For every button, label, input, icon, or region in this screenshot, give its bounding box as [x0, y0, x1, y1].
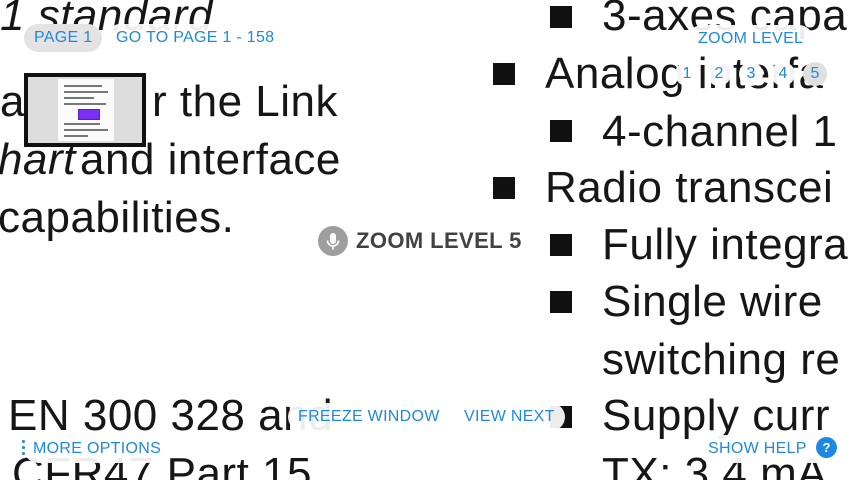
- doc-text-line: Fully integra: [602, 220, 849, 269]
- viewport-marker[interactable]: [78, 109, 100, 120]
- bullet-marker: [550, 6, 572, 28]
- bullet-marker: [493, 177, 515, 199]
- doc-text-line: r the Link: [152, 77, 338, 126]
- bullet-marker: [550, 234, 572, 256]
- thumbnail-text-line: [64, 135, 88, 137]
- doc-text-line: capabilities.: [0, 193, 235, 242]
- page-thumbnail[interactable]: [24, 73, 146, 147]
- doc-text-line: Single wire: [602, 277, 823, 326]
- zoom-level-5-button[interactable]: 5: [803, 62, 827, 86]
- zoom-level-2-button[interactable]: 2: [707, 62, 731, 86]
- view-next-button[interactable]: VIEW NEXT: [454, 403, 565, 431]
- page-indicator[interactable]: PAGE 1: [24, 24, 103, 52]
- thumbnail-text-line: [64, 97, 94, 99]
- zoom-level-3-button[interactable]: 3: [739, 62, 763, 86]
- doc-text-line: 4-channel 1: [602, 107, 838, 156]
- bullet-marker: [493, 63, 515, 85]
- doc-text-line: Radio transcei: [545, 163, 834, 212]
- thumbnail-text-line: [64, 129, 108, 131]
- doc-text-line: EN 300 328 and: [8, 391, 334, 440]
- freeze-window-button[interactable]: FREEZE WINDOW: [288, 403, 450, 431]
- go-to-page-button[interactable]: GO TO PAGE 1 - 158: [106, 24, 285, 52]
- microphone-icon[interactable]: [318, 226, 348, 256]
- zoom-level-4-button[interactable]: 4: [771, 62, 795, 86]
- zoom-level-label: ZOOM LEVEL: [688, 25, 814, 53]
- more-vert-icon: [22, 440, 26, 456]
- zoom-status-text: ZOOM LEVEL 5: [356, 228, 522, 253]
- zoom-level-1-button[interactable]: 1: [675, 62, 699, 86]
- thumbnail-text-line: [64, 91, 108, 93]
- bullet-marker: [550, 120, 572, 142]
- thumbnail-text-line: [64, 103, 106, 105]
- bullet-marker: [550, 291, 572, 313]
- help-icon[interactable]: ?: [816, 437, 837, 458]
- zoom-status-overlay: ZOOM LEVEL 5: [318, 226, 522, 256]
- thumbnail-background: [28, 77, 142, 143]
- thumbnail-text-line: [64, 85, 102, 87]
- doc-text-line: switching re: [602, 335, 841, 384]
- thumbnail-text-line: [64, 123, 100, 125]
- doc-text-line: a: [0, 77, 25, 126]
- doc-text-line: Supply curr: [602, 391, 831, 440]
- more-options-button[interactable]: MORE OPTIONS: [24, 435, 172, 463]
